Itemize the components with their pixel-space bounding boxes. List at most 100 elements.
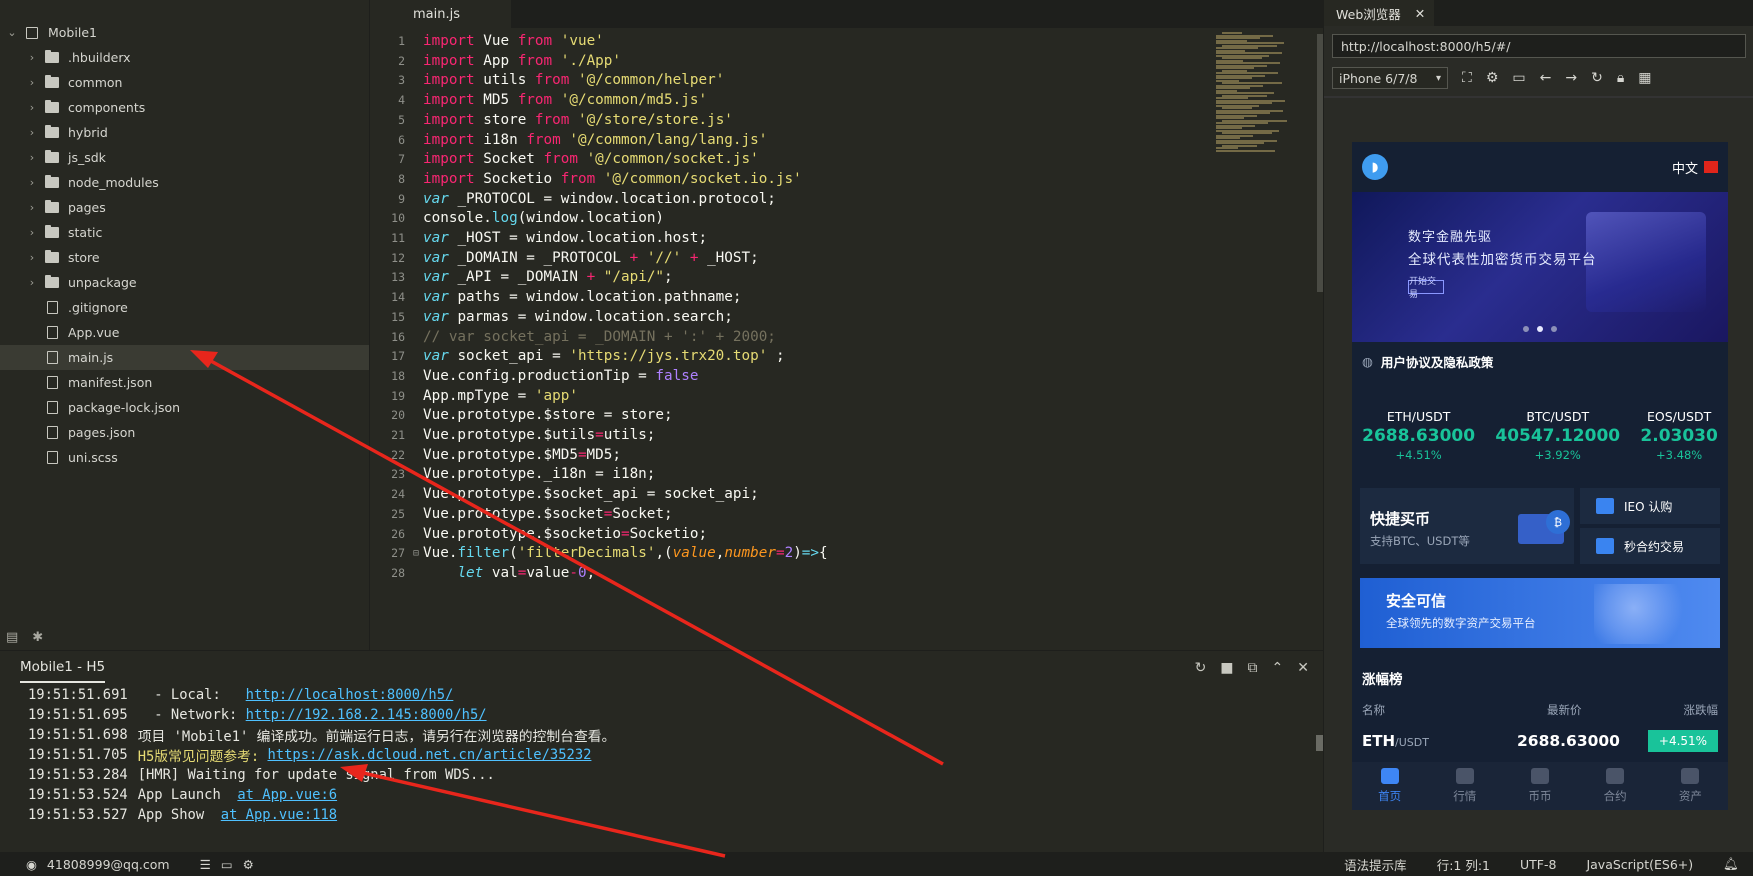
carousel-dot[interactable]: [1523, 326, 1529, 332]
forward-icon[interactable]: →: [1565, 70, 1577, 86]
tab-item-1[interactable]: 首页: [1378, 768, 1401, 804]
code-line[interactable]: 3 import utils from '@/common/helper': [371, 69, 724, 91]
promo-banner[interactable]: 数字金融先驱 全球代表性加密货币交易平台 开始交易: [1352, 192, 1728, 342]
notice-bar[interactable]: ◍ 用户协议及隐私政策: [1352, 342, 1728, 380]
code-line[interactable]: 14 var paths = window.location.pathname;: [371, 286, 741, 308]
syntax-hint[interactable]: 语法提示库: [1344, 855, 1407, 874]
carousel-dot-active[interactable]: [1537, 326, 1543, 332]
log-link[interactable]: http://192.168.2.145:8000/h5/: [246, 707, 487, 723]
tree-item-hbuilderx[interactable]: › .hbuilderx: [0, 45, 369, 70]
back-icon[interactable]: ←: [1540, 70, 1552, 86]
url-input[interactable]: http://localhost:8000/h5/#/: [1332, 34, 1746, 58]
code-line[interactable]: 25 Vue.prototype.$socket=Socket;: [371, 503, 673, 525]
banner-button[interactable]: 开始交易: [1408, 277, 1444, 300]
chevron-right-icon[interactable]: ›: [26, 226, 38, 239]
close-icon[interactable]: ✕: [1415, 6, 1425, 21]
user-account[interactable]: 41808999@qq.com: [47, 857, 170, 872]
restart-icon[interactable]: ↻: [1195, 660, 1207, 676]
refresh-icon[interactable]: ↻: [1591, 70, 1603, 86]
code-line[interactable]: 26 Vue.prototype.$socketio=Socketio;: [371, 523, 707, 545]
ticker-item[interactable]: EOS/USDT 2.03030 +3.48%: [1640, 409, 1717, 462]
list-icon[interactable]: ☰: [200, 857, 211, 872]
fold-icon[interactable]: ⊟: [413, 548, 423, 559]
chevron-right-icon[interactable]: ›: [26, 201, 38, 214]
code-editor[interactable]: 1 import Vue from 'vue' 2 import App from '…: [371, 28, 1323, 650]
tree-item-uni-scss[interactable]: uni.scss: [0, 445, 369, 470]
tree-item-manifest-json[interactable]: manifest.json: [0, 370, 369, 395]
file-encoding[interactable]: UTF-8: [1520, 857, 1556, 872]
chevron-right-icon[interactable]: ›: [26, 126, 38, 139]
chevron-right-icon[interactable]: ›: [26, 51, 38, 64]
code-line[interactable]: 28 let val=value-0;: [371, 562, 595, 584]
code-line[interactable]: 11 var _HOST = window.location.host;: [371, 227, 707, 249]
chevron-right-icon[interactable]: ›: [26, 76, 38, 89]
minimap[interactable]: [1216, 32, 1287, 154]
tab-item-2[interactable]: 行情: [1453, 768, 1476, 804]
code-line[interactable]: 18 Vue.config.productionTip = false: [371, 365, 698, 387]
code-line[interactable]: 21 Vue.prototype.$utils=utils;: [371, 424, 655, 446]
open-external-icon[interactable]: ⧉: [1248, 660, 1258, 676]
screenshot-icon[interactable]: ⛶: [1462, 70, 1472, 86]
explorer-icon[interactable]: ▤: [6, 630, 18, 645]
tree-item-store[interactable]: › store: [0, 245, 369, 270]
console-scrollbar[interactable]: [1316, 735, 1323, 751]
code-line[interactable]: 27 ⊟ Vue.filter('filterDecimals',(value,nu…: [371, 542, 827, 564]
code-line[interactable]: 13 var _API = _DOMAIN + "/api/";: [371, 266, 673, 288]
log-link[interactable]: at App.vue:118: [221, 807, 337, 823]
user-icon[interactable]: ◉: [26, 857, 37, 872]
cursor-position[interactable]: 行:1 列:1: [1437, 855, 1490, 874]
code-line[interactable]: 23 Vue.prototype._i18n = i18n;: [371, 463, 655, 485]
chevron-right-icon[interactable]: ›: [26, 151, 38, 164]
log-link[interactable]: at App.vue:6: [237, 787, 337, 803]
tree-item-unpackage[interactable]: › unpackage: [0, 270, 369, 295]
tree-item-pages-json[interactable]: pages.json: [0, 420, 369, 445]
chevron-down-icon[interactable]: ⌄: [6, 26, 18, 39]
tab-item-3[interactable]: 币币: [1528, 768, 1551, 804]
code-line[interactable]: 24 Vue.prototype.$socket_api = socket_api…: [371, 483, 759, 505]
tree-item-gitignore[interactable]: .gitignore: [0, 295, 369, 320]
language-mode[interactable]: JavaScript(ES6+): [1586, 857, 1693, 872]
tree-item-hybrid[interactable]: › hybrid: [0, 120, 369, 145]
settings-icon[interactable]: ⚙: [243, 857, 254, 872]
code-line[interactable]: 9 var _PROTOCOL = window.location.protoco…: [371, 188, 776, 210]
code-line[interactable]: 19 App.mpType = 'app': [371, 385, 578, 407]
carousel-dot[interactable]: [1551, 326, 1557, 332]
quick-buy-card[interactable]: 快捷买币 支持BTC、USDT等 ₿: [1360, 488, 1574, 564]
chevron-right-icon[interactable]: ›: [26, 176, 38, 189]
code-line[interactable]: 7 import Socket from '@/common/socket.js': [371, 148, 759, 170]
ticker-item[interactable]: BTC/USDT 40547.12000 +3.92%: [1495, 409, 1620, 462]
qrcode-icon[interactable]: ▦: [1638, 70, 1651, 86]
code-line[interactable]: 4 import MD5 from '@/common/md5.js': [371, 89, 707, 111]
chevron-up-icon[interactable]: ⌃: [1272, 660, 1284, 676]
tree-item-components[interactable]: › components: [0, 95, 369, 120]
trust-banner[interactable]: 安全可信 全球领先的数字资产交易平台: [1360, 578, 1720, 648]
code-line[interactable]: 12 var _DOMAIN = _PROTOCOL + '//' + _HOST…: [371, 247, 759, 269]
lock-icon[interactable]: 🔒︎: [1617, 70, 1624, 86]
tree-root-mobile1[interactable]: ⌄ Mobile1: [0, 20, 369, 45]
tree-item-static[interactable]: › static: [0, 220, 369, 245]
tree-item-common[interactable]: › common: [0, 70, 369, 95]
code-line[interactable]: 22 Vue.prototype.$MD5=MD5;: [371, 444, 621, 466]
tree-item-main-js[interactable]: main.js: [0, 345, 369, 370]
tab-item-5[interactable]: 资产: [1679, 768, 1702, 804]
language-switch[interactable]: 中文: [1672, 158, 1718, 177]
tab-main-js[interactable]: main.js: [371, 0, 511, 28]
tab-web-browser[interactable]: Web浏览器 ✕: [1324, 0, 1434, 26]
close-panel-icon[interactable]: ✕: [1297, 660, 1309, 676]
stop-icon[interactable]: ■: [1220, 660, 1233, 676]
code-line[interactable]: 15 var parmas = window.location.search;: [371, 306, 733, 328]
code-line[interactable]: 2 import App from './App': [371, 50, 621, 72]
code-line[interactable]: 17 var socket_api = 'https://jys.trx20.to…: [371, 345, 784, 367]
bell-icon[interactable]: 🔔︎: [1723, 856, 1739, 872]
contract-button[interactable]: 秒合约交易: [1580, 528, 1720, 564]
tree-item-pages[interactable]: › pages: [0, 195, 369, 220]
device-select[interactable]: iPhone 6/7/8 ▾: [1332, 67, 1448, 89]
tab-item-4[interactable]: 合约: [1604, 768, 1627, 804]
tree-item-node-modules[interactable]: › node_modules: [0, 170, 369, 195]
chevron-right-icon[interactable]: ›: [26, 276, 38, 289]
ieo-button[interactable]: IEO 认购: [1580, 488, 1720, 524]
code-line[interactable]: 10 console.log(window.location): [371, 207, 664, 229]
console-icon[interactable]: ▭: [1512, 70, 1525, 86]
code-line[interactable]: 6 import i18n from '@/common/lang/lang.js…: [371, 129, 767, 151]
terminal-icon[interactable]: ▭: [221, 857, 233, 872]
